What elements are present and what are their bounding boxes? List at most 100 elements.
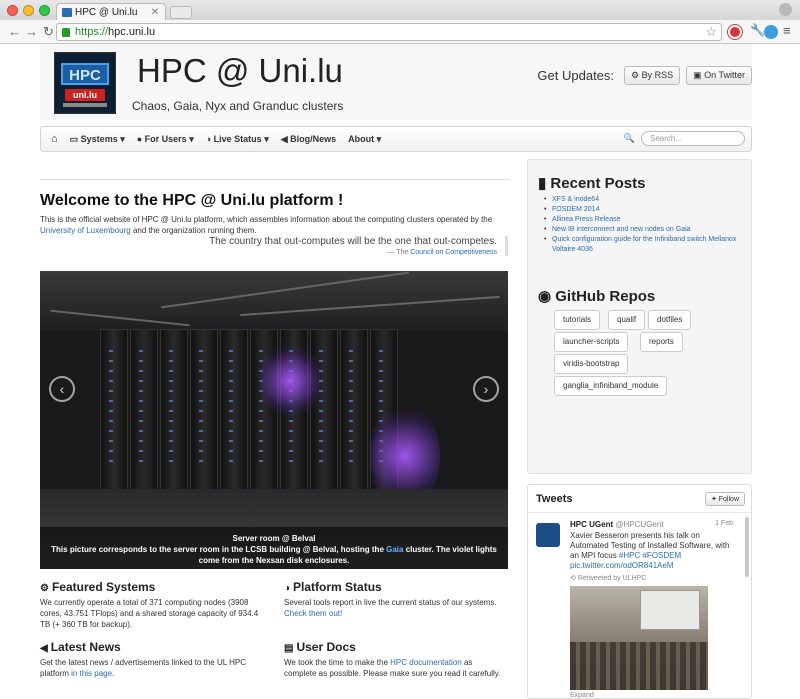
profile-icon[interactable] xyxy=(779,3,792,16)
tweet-hashtags[interactable]: #HPC #FOSDEM xyxy=(619,551,681,560)
tweet-retweet-info: ⟲ Retweeted by ULHPC xyxy=(570,574,646,582)
post-link[interactable]: Allinea Press Release xyxy=(552,216,620,223)
platform-text: Several tools report in live the current… xyxy=(284,598,497,607)
nav-systems-label: Systems xyxy=(80,133,118,144)
site-title[interactable]: HPC @ Uni.lu xyxy=(137,52,343,90)
avatar[interactable] xyxy=(536,523,560,547)
image-carousel[interactable]: ‹ › Server room @ Belval This picture co… xyxy=(40,271,508,569)
featured-text: We currently operate a total of 371 comp… xyxy=(40,598,259,629)
home-icon[interactable]: ⌂ xyxy=(51,133,58,145)
violet-light xyxy=(260,341,320,421)
tweet-expand-link[interactable]: Expand xyxy=(570,692,594,698)
nav-about[interactable]: About ▾ xyxy=(348,134,381,145)
repo-button[interactable]: ganglia_infiniband_module xyxy=(554,376,668,396)
forward-icon[interactable]: → xyxy=(23,24,40,39)
ceiling-pipe xyxy=(240,295,500,317)
nav-for-users[interactable]: ● For Users ▾ xyxy=(137,134,194,145)
rss-button[interactable]: ⚙ By RSS xyxy=(624,66,681,85)
server-rack xyxy=(220,329,248,499)
minimize-window-button[interactable] xyxy=(23,5,34,16)
council-link[interactable]: Council on Competitiveness xyxy=(410,249,497,256)
photo-audience xyxy=(570,642,708,690)
window-controls xyxy=(7,5,50,16)
tweet-date[interactable]: 1 Feb xyxy=(715,520,733,527)
menu-icon[interactable]: ≡ xyxy=(783,23,797,38)
new-tab-button[interactable] xyxy=(170,6,192,19)
caption-title: Server room @ Belval xyxy=(232,534,316,543)
retweet-text: Retweeted by ULHPC xyxy=(577,575,647,582)
post-link[interactable]: New IB interconnect and new nodes on Gai… xyxy=(552,226,691,233)
nav-systems[interactable]: ▭ Systems ▾ xyxy=(70,134,125,145)
intro-part-1: This is the official website of HPC @ Un… xyxy=(40,215,493,224)
tweet-photo[interactable] xyxy=(570,586,708,690)
check-status-link[interactable]: Check them out! xyxy=(284,609,342,618)
tweet-pic-link[interactable]: pic.twitter.com/odOR841AeM xyxy=(570,561,674,570)
ceiling-pipe xyxy=(161,271,409,309)
follow-button[interactable]: ✦ Follow xyxy=(704,492,745,506)
wrench-icon[interactable]: 🔧 xyxy=(750,23,765,37)
browser-tab[interactable]: HPC @ Uni.lu ✕ xyxy=(56,3,166,21)
bookmark-star-icon[interactable]: ☆ xyxy=(705,24,717,40)
close-window-button[interactable] xyxy=(7,5,18,16)
tweet-author[interactable]: HPC UGent @HPCUGent xyxy=(570,520,664,529)
caption-body: This picture corresponds to the server r… xyxy=(40,544,508,566)
quote-dash: — The xyxy=(387,249,409,256)
user-icon: ● xyxy=(136,133,145,144)
photo-screen xyxy=(640,590,700,630)
news-page-link[interactable]: in this page xyxy=(71,669,112,678)
repo-button[interactable]: viridis-bootstrap xyxy=(554,354,629,374)
repo-button[interactable]: reports xyxy=(640,332,683,352)
address-bar[interactable]: https://hpc.uni.lu ☆ xyxy=(56,23,722,41)
browser-toolbar: ← → ↻ https://hpc.uni.lu ☆ 🔧 ≡ xyxy=(0,20,800,44)
get-updates: Get Updates: ⚙ By RSS ▣ On Twitter xyxy=(537,66,752,85)
dashboard-icon: ◑ xyxy=(284,583,291,594)
sidebar-panel: ▮ Recent Posts XFS & inode64 FOSDEM 2014… xyxy=(527,159,752,474)
logo-uni-text: uni.lu xyxy=(65,89,105,101)
carousel-prev-button[interactable]: ‹ xyxy=(49,376,75,402)
tweets-title: Tweets xyxy=(536,493,573,505)
nav-blog-news[interactable]: ◀ Blog/News xyxy=(281,134,336,145)
close-tab-icon[interactable]: ✕ xyxy=(151,7,159,18)
university-link[interactable]: University of Luxembourg xyxy=(40,226,131,235)
featured-title: Featured Systems xyxy=(51,580,156,594)
repo-button[interactable]: dotfiles xyxy=(648,310,692,330)
twitter-button[interactable]: ▣ On Twitter xyxy=(686,66,752,85)
back-icon[interactable]: ← xyxy=(6,24,23,39)
quote-text: The country that out-computes will be th… xyxy=(209,236,497,247)
platform-status-section: ◑ Platform Status Several tools report in… xyxy=(284,580,504,619)
github-icon: ◉ xyxy=(538,288,556,305)
server-rack xyxy=(310,329,338,499)
platform-title: Platform Status xyxy=(293,580,382,594)
quote-block: The country that out-computes will be th… xyxy=(209,236,508,256)
repo-button[interactable]: qualif xyxy=(608,310,646,330)
main-navbar: ⌂ ▭ Systems ▾ ● For Users ▾ ◑ Live Statu… xyxy=(40,126,752,152)
maximize-window-button[interactable] xyxy=(39,5,50,16)
gaia-link[interactable]: Gaia xyxy=(386,545,403,554)
server-rack xyxy=(100,329,128,499)
post-link[interactable]: Quick configuration guide for the Infini… xyxy=(552,236,736,253)
nav-live-status[interactable]: ◑ Live Status ▾ xyxy=(206,134,269,145)
site-logo[interactable]: HPC uni.lu xyxy=(54,52,116,114)
hpc-docs-link[interactable]: HPC documentation xyxy=(390,658,462,667)
tweets-scrollbar[interactable] xyxy=(745,517,749,577)
repo-button[interactable]: tutorials xyxy=(554,310,601,330)
carousel-next-button[interactable]: › xyxy=(473,376,499,402)
nav-blog-news-label: Blog/News xyxy=(290,133,337,144)
post-link[interactable]: FOSDEM 2014 xyxy=(552,206,599,213)
search-input[interactable]: Search... xyxy=(641,131,745,146)
lock-icon xyxy=(62,28,70,37)
rss-label: By RSS xyxy=(641,70,674,80)
bird-icon: ✦ xyxy=(710,496,719,503)
adblock-extension-icon[interactable] xyxy=(728,25,742,39)
extension-icon[interactable] xyxy=(764,25,778,39)
tweet-author-name: HPC UGent xyxy=(570,520,614,529)
post-link[interactable]: XFS & inode64 xyxy=(552,196,599,203)
site-header: HPC uni.lu HPC @ Uni.lu Chaos, Gaia, Nyx… xyxy=(40,44,752,120)
repo-button[interactable]: launcher-scripts xyxy=(554,332,629,352)
tweet-handle: @HPCUGent xyxy=(615,520,664,529)
tab-title: HPC @ Uni.lu xyxy=(75,7,138,18)
reload-icon[interactable]: ↻ xyxy=(40,24,57,40)
book-icon: ▤ xyxy=(284,643,294,654)
list-item: New IB interconnect and new nodes on Gai… xyxy=(544,225,744,235)
list-item: XFS & inode64 xyxy=(544,195,744,205)
